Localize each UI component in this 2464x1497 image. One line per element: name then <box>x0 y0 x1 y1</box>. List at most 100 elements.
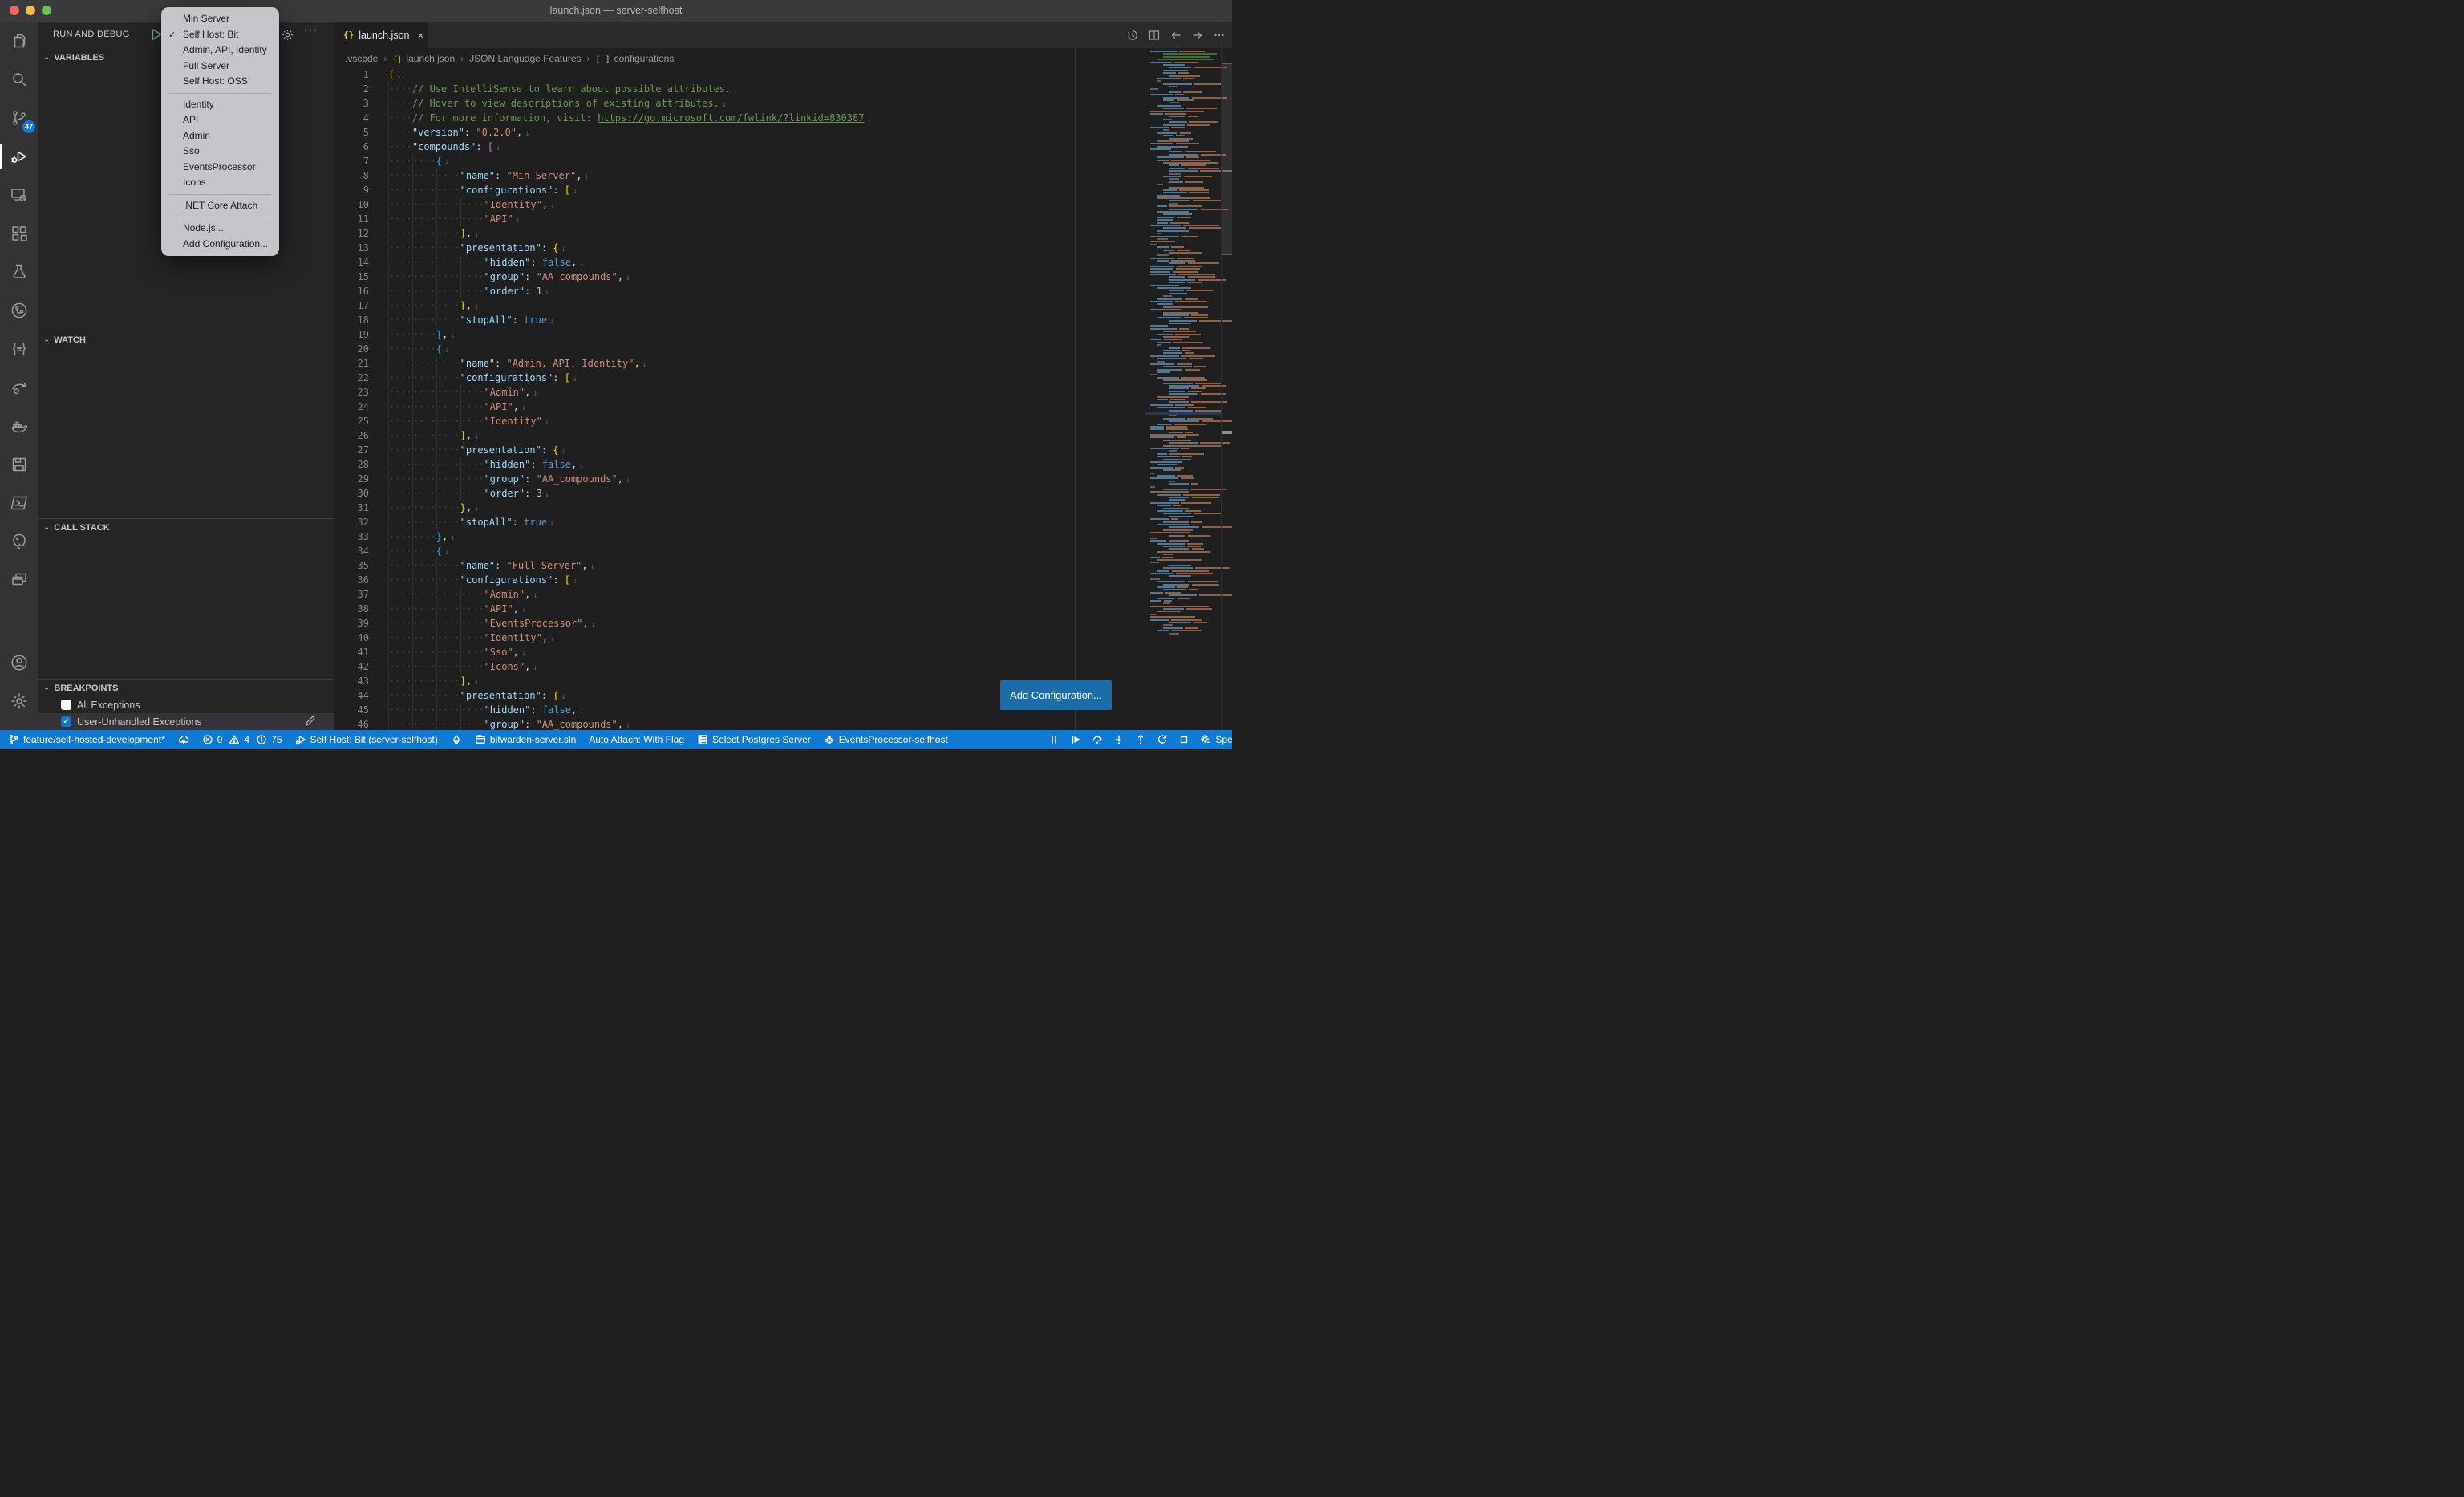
gutter-line-number[interactable]: 39 <box>334 616 369 631</box>
code-line[interactable]: 36············"configurations": [↓ <box>334 573 1232 587</box>
split-editor-icon[interactable] <box>1148 29 1161 42</box>
code-line[interactable]: 4····// For more information, visit: htt… <box>334 111 1232 125</box>
gutter-line-number[interactable]: 23 <box>334 385 369 400</box>
gutter-line-number[interactable]: 27 <box>334 443 369 457</box>
gutter-line-number[interactable]: 30 <box>334 486 369 501</box>
code-line[interactable]: 11················"API"↓ <box>334 212 1232 226</box>
gutter-line-number[interactable]: 40 <box>334 631 369 645</box>
all-exceptions-checkbox[interactable] <box>61 700 71 710</box>
navigate-back-icon[interactable] <box>1169 29 1182 42</box>
code-line[interactable]: 1{↓ <box>334 67 1232 82</box>
code-line[interactable]: 34········{↓ <box>334 544 1232 558</box>
status-debug-step-into[interactable] <box>1113 734 1125 745</box>
gutter-line-number[interactable]: 9 <box>334 183 369 197</box>
code-area[interactable]: 1{↓2····// Use IntelliSense to learn abo… <box>334 67 1232 732</box>
code-line[interactable]: 33········},↓ <box>334 529 1232 544</box>
status-debug-step-over[interactable] <box>1092 734 1103 745</box>
status-events-processor[interactable]: EventsProcessor-selfhost <box>824 734 948 745</box>
code-line[interactable]: 6····"compounds": [↓ <box>334 140 1232 154</box>
gutter-line-number[interactable]: 31 <box>334 501 369 515</box>
gutter-line-number[interactable]: 16 <box>334 284 369 298</box>
gutter-line-number[interactable]: 10 <box>334 197 369 212</box>
gutter-line-number[interactable]: 29 <box>334 472 369 486</box>
gutter-line-number[interactable]: 34 <box>334 544 369 558</box>
gutter-line-number[interactable]: 28 <box>334 457 369 472</box>
code-line[interactable]: 30················"order": 3↓ <box>334 486 1232 501</box>
code-line[interactable]: 28················"hidden": false,↓ <box>334 457 1232 472</box>
breadcrumb-configurations[interactable]: [ ]configurations <box>596 53 675 64</box>
gutter-line-number[interactable]: 17 <box>334 298 369 313</box>
code-line[interactable]: 41················"Sso",↓ <box>334 645 1232 659</box>
activity-item-run-and-debug[interactable] <box>0 137 38 176</box>
code-line[interactable]: 18············"stopAll": true↓ <box>334 313 1232 327</box>
code-line[interactable]: 42················"Icons",↓ <box>334 659 1232 674</box>
code-line[interactable]: 12············],↓ <box>334 226 1232 241</box>
status-publish-changes[interactable] <box>178 734 189 745</box>
status-debug-step-out[interactable] <box>1135 734 1146 745</box>
code-line[interactable]: 13············"presentation": {↓ <box>334 241 1232 255</box>
status-debug-launch[interactable]: Self Host: Bit (server-selfhost) <box>295 734 438 745</box>
activity-item-docker[interactable] <box>0 407 38 445</box>
menu-item-icons[interactable]: Icons <box>161 175 279 191</box>
status-branch-status[interactable]: feature/self-hosted-development* <box>8 734 165 745</box>
menu-item--net-core-attach[interactable]: .NET Core Attach <box>161 198 279 214</box>
code-line[interactable]: 39················"EventsProcessor",↓ <box>334 616 1232 631</box>
breadcrumb-launch-json[interactable]: {}launch.json <box>392 53 455 64</box>
gutter-line-number[interactable]: 7 <box>334 154 369 168</box>
breadcrumb--vscode[interactable]: .vscode <box>345 53 378 64</box>
gutter-line-number[interactable]: 5 <box>334 125 369 140</box>
code-line[interactable]: 17············},↓ <box>334 298 1232 313</box>
menu-item-admin[interactable]: Admin <box>161 128 279 144</box>
timeline-history-icon[interactable] <box>1126 29 1139 42</box>
code-line[interactable]: 3····// Hover to view descriptions of ex… <box>334 96 1232 111</box>
activity-item-settings[interactable] <box>0 682 38 720</box>
activity-item-powershell[interactable] <box>0 484 38 522</box>
menu-item-admin-api-identity[interactable]: Admin, API, Identity <box>161 43 279 59</box>
code-line[interactable]: 31············},↓ <box>334 501 1232 515</box>
menu-item-identity[interactable]: Identity <box>161 97 279 113</box>
editor-more-actions-icon[interactable] <box>1213 29 1226 42</box>
code-line[interactable]: 15················"group": "AA_compounds… <box>334 270 1232 284</box>
code-line[interactable]: 5····"version": "0.2.0",↓ <box>334 125 1232 140</box>
code-line[interactable]: 23················"Admin",↓ <box>334 385 1232 400</box>
code-line[interactable]: 37················"Admin",↓ <box>334 587 1232 602</box>
code-line[interactable]: 7········{↓ <box>334 154 1232 168</box>
menu-item-api[interactable]: API <box>161 112 279 128</box>
breakpoint-all-exceptions[interactable]: All Exceptions <box>38 696 334 713</box>
gutter-line-number[interactable]: 25 <box>334 414 369 428</box>
scrollbar-slider[interactable] <box>1222 63 1232 255</box>
section-watch[interactable]: ⌄WATCH <box>38 331 334 349</box>
launch-json-gear-icon[interactable] <box>281 28 294 42</box>
code-line[interactable]: 32············"stopAll": true↓ <box>334 515 1232 529</box>
activity-item-search[interactable] <box>0 60 38 99</box>
activity-item-rest-client[interactable] <box>0 330 38 368</box>
menu-item-min-server[interactable]: Min Server <box>161 11 279 27</box>
code-line[interactable]: 38················"API",↓ <box>334 602 1232 616</box>
user-unhandled-checkbox[interactable]: ✓ <box>61 716 71 727</box>
status-problems[interactable]: 0475 <box>202 734 282 745</box>
gutter-line-number[interactable]: 32 <box>334 515 369 529</box>
code-line[interactable]: 2····// Use IntelliSense to learn about … <box>334 82 1232 96</box>
activity-item-extensions[interactable] <box>0 214 38 253</box>
gutter-line-number[interactable]: 6 <box>334 140 369 154</box>
gutter-line-number[interactable]: 3 <box>334 96 369 111</box>
menu-item-self-host-bit[interactable]: ✓Self Host: Bit <box>161 27 279 43</box>
gutter-line-number[interactable]: 1 <box>334 67 369 82</box>
gutter-line-number[interactable]: 14 <box>334 255 369 270</box>
code-line[interactable]: 10················"Identity",↓ <box>334 197 1232 212</box>
code-line[interactable]: 20········{↓ <box>334 342 1232 356</box>
code-line[interactable]: 29················"group": "AA_compounds… <box>334 472 1232 486</box>
menu-item-add-configuration-[interactable]: Add Configuration... <box>161 237 279 253</box>
tab-close-icon[interactable]: × <box>418 29 424 42</box>
gutter-line-number[interactable]: 38 <box>334 602 369 616</box>
activity-item-explorer[interactable] <box>0 22 38 60</box>
menu-item-node-js-[interactable]: Node.js... <box>161 221 279 237</box>
gutter-line-number[interactable]: 13 <box>334 241 369 255</box>
status-debug-stop[interactable] <box>1178 734 1189 745</box>
gutter-line-number[interactable]: 42 <box>334 659 369 674</box>
code-line[interactable]: 25················"Identity"↓ <box>334 414 1232 428</box>
status-debug-pause[interactable] <box>1048 734 1060 745</box>
gutter-line-number[interactable]: 26 <box>334 428 369 443</box>
code-line[interactable]: 14················"hidden": false,↓ <box>334 255 1232 270</box>
gutter-line-number[interactable]: 4 <box>334 111 369 125</box>
